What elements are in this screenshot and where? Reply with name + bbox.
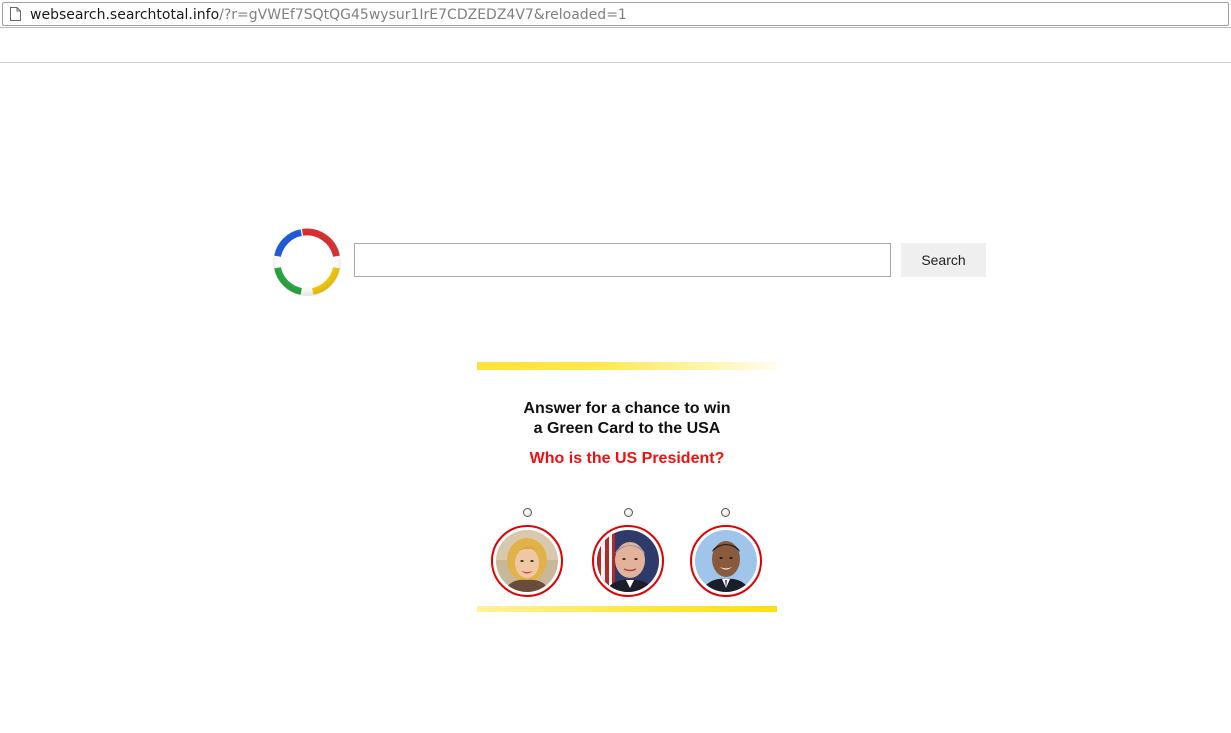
portrait-woman-blonde-icon — [496, 530, 558, 592]
url-host: websearch.searchtotal.info — [30, 7, 220, 23]
option-1-portrait[interactable] — [491, 525, 563, 597]
option-1-radio[interactable] — [523, 508, 532, 517]
option-2-portrait[interactable] — [592, 525, 664, 597]
logo-ring-icon — [272, 227, 342, 297]
bottom-yellow-bar — [477, 606, 777, 612]
headline-line1: Answer for a chance to win — [523, 400, 731, 417]
top-yellow-bar — [477, 362, 777, 370]
portrait-man-grey-hair-icon — [597, 530, 659, 592]
address-bar: websearch.searchtotal.info/?r=gVWEf7SQtQ… — [0, 0, 1231, 28]
portrait-man-dark-hair-icon — [695, 530, 757, 592]
url-path: /?r=gVWEf7SQtQG45wysur1IrE7CDZEDZ4V7&rel… — [219, 7, 627, 23]
option-3-radio[interactable] — [721, 508, 730, 517]
quiz-question: Who is the US President? — [529, 450, 725, 467]
url-field[interactable]: websearch.searchtotal.info/?r=gVWEf7SQtQ… — [2, 2, 1229, 26]
url-text: websearch.searchtotal.info/?r=gVWEf7SQtQ… — [30, 6, 627, 24]
headline: Answer for a chance to win a Green Card … — [477, 399, 777, 439]
toolbar-strip — [0, 28, 1231, 63]
headline-line2: a Green Card to the USA — [533, 420, 721, 437]
green-card-quiz-ad: Answer for a chance to win a Green Card … — [477, 362, 777, 612]
option-3-portrait[interactable] — [690, 525, 762, 597]
search-input[interactable] — [354, 243, 891, 277]
search-button[interactable]: Search — [901, 243, 986, 277]
page-icon — [10, 7, 21, 21]
option-2-radio[interactable] — [624, 508, 633, 517]
